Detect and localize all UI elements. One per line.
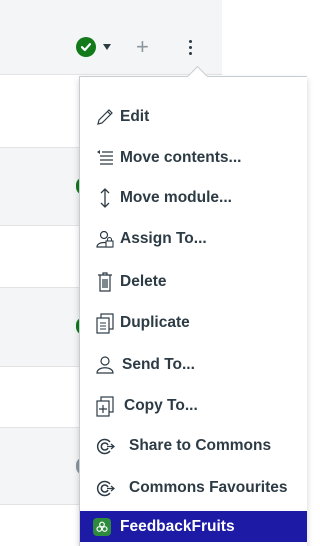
menu-item-label: Send To... [122, 356, 195, 373]
add-item-button[interactable]: + [136, 34, 149, 60]
menu-item-label: Copy To... [124, 397, 198, 414]
assign-user-icon [95, 228, 115, 250]
menu-item-label: Move module... [120, 189, 232, 206]
menu-item-commons-favourites[interactable]: Commons Favourites [80, 468, 307, 508]
menu-item-feedbackfruits[interactable]: FeedbackFruits [80, 511, 307, 542]
menu-item-label: FeedbackFruits [120, 517, 235, 535]
menu-item-edit[interactable]: Edit [80, 97, 307, 137]
menu-item-send-to[interactable]: Send To... [80, 345, 307, 385]
menu-item-assign-to[interactable]: Assign To... [80, 219, 307, 259]
menu-item-label: Commons Favourites [129, 479, 288, 496]
feedbackfruits-icon [92, 516, 112, 538]
publish-status-button[interactable] [76, 34, 111, 60]
commons-favourites-icon [95, 477, 115, 499]
copy-to-icon [95, 395, 115, 417]
module-header: + [0, 0, 222, 75]
send-user-icon [95, 354, 115, 376]
module-options-menu: Edit Move contents... Move module... Ass… [79, 76, 307, 546]
menu-item-duplicate[interactable]: Duplicate [80, 303, 307, 343]
menu-item-label: Edit [120, 108, 150, 125]
check-circle-icon [76, 37, 96, 57]
chevron-down-icon [103, 44, 111, 50]
menu-item-move-contents[interactable]: Move contents... [80, 138, 307, 178]
menu-item-delete[interactable]: Delete [80, 262, 307, 302]
menu-item-move-module[interactable]: Move module... [80, 178, 307, 218]
menu-item-label: Duplicate [120, 314, 190, 331]
plus-icon: + [136, 34, 149, 59]
menu-item-label: Move contents... [120, 149, 242, 166]
module-options-button[interactable] [189, 34, 192, 60]
pencil-icon [95, 106, 115, 128]
menu-item-label: Delete [120, 273, 167, 290]
move-vertical-icon [95, 187, 115, 209]
duplicate-icon [95, 312, 115, 334]
menu-item-label: Assign To... [120, 230, 207, 247]
trash-icon [95, 271, 115, 293]
commons-share-icon [95, 435, 115, 457]
menu-item-copy-to[interactable]: Copy To... [80, 386, 307, 426]
menu-item-label: Share to Commons [129, 437, 272, 454]
menu-item-share-to-commons[interactable]: Share to Commons [80, 426, 307, 466]
kebab-icon [189, 39, 192, 55]
move-contents-icon [95, 147, 115, 169]
